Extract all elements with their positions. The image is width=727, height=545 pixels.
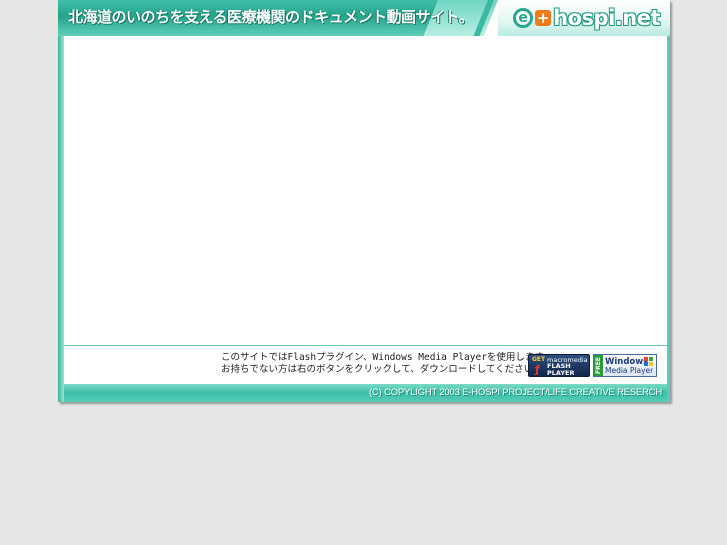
wmp-free-label: FREE xyxy=(594,355,603,376)
site-logo[interactable]: e + hospi.net xyxy=(513,5,660,31)
logo-e-icon: e xyxy=(513,8,534,28)
site-footer: (C) COPYLIGHT 2003 E-HOSPI PROJECT/LIFE … xyxy=(64,384,667,402)
site-header: 北海道のいのちを支える医療機関のドキュメント動画サイト。 e + hospi.n… xyxy=(58,0,670,36)
content-divider xyxy=(64,345,667,346)
frame-right-border xyxy=(667,0,670,402)
get-windows-media-player-button[interactable]: FREE Windows Media Player xyxy=(593,354,657,377)
copyright-text: (C) COPYLIGHT 2003 E-HOSPI PROJECT/LIFE … xyxy=(368,387,662,398)
wmp-line-2: Media Player xyxy=(605,366,654,375)
plugin-notice-line-2: お持ちでない方は右のボタンをクリックして、ダウンロードしてください。 xyxy=(221,364,543,375)
logo-text: hospi.net xyxy=(553,6,660,30)
windows-flag-icon xyxy=(644,357,654,367)
main-content-area xyxy=(64,36,667,345)
site-tagline: 北海道のいのちを支える医療機関のドキュメント動画サイト。 xyxy=(68,8,474,26)
flash-product-line-2: PLAYER xyxy=(547,369,575,377)
get-flash-player-button[interactable]: GET macromedia ƒ FLASH PLAYER xyxy=(528,354,590,377)
flash-get-label: GET xyxy=(532,356,546,363)
plugin-notice-line-1: このサイトではFlashプラグイン、Windows Media Playerを使… xyxy=(221,352,553,363)
logo-plus-icon: + xyxy=(535,9,552,27)
plugin-notice: このサイトではFlashプラグイン、Windows Media Playerを使… xyxy=(221,352,553,376)
site-frame: 北海道のいのちを支える医療機関のドキュメント動画サイト。 e + hospi.n… xyxy=(58,0,670,402)
flash-product-label: FLASH PLAYER xyxy=(547,363,574,377)
flash-logo-icon: ƒ xyxy=(535,363,540,376)
